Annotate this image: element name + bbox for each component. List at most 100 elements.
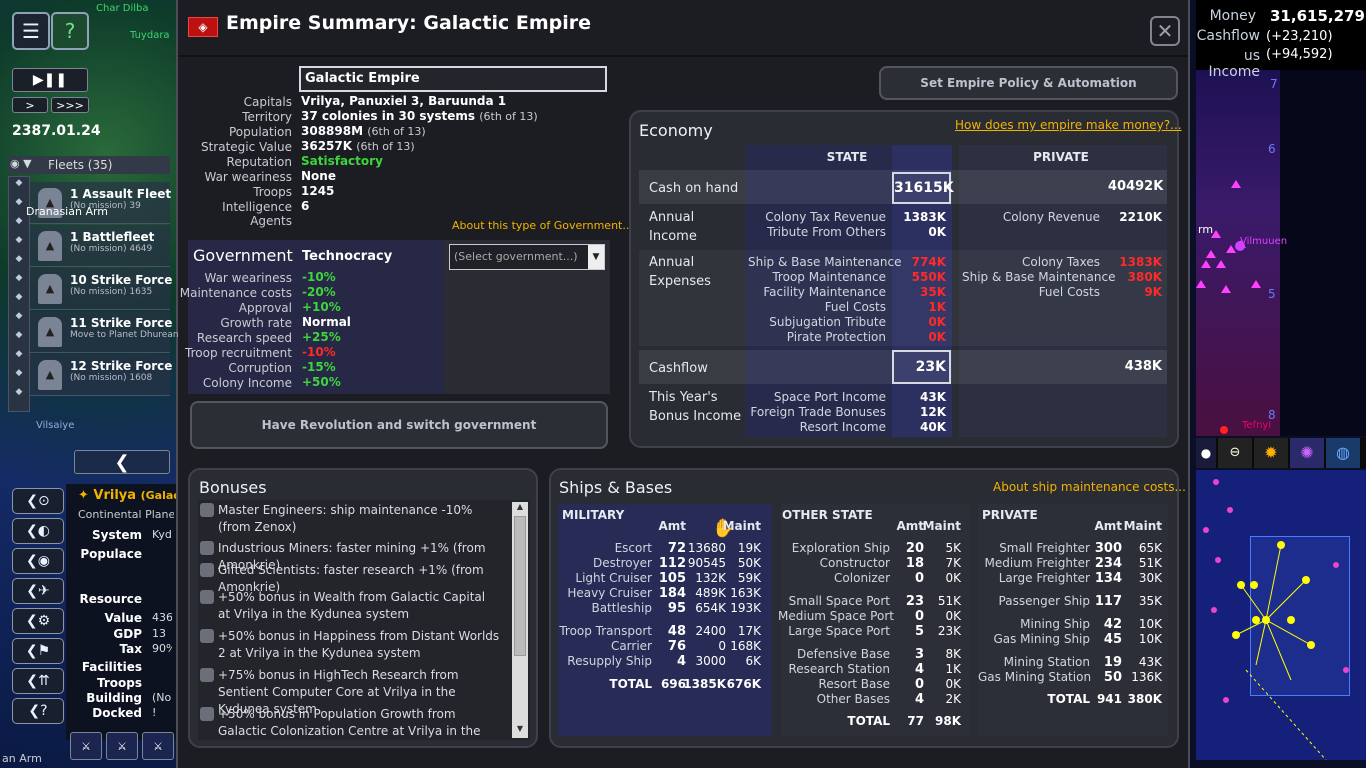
private-income-value: 2210K <box>1119 210 1162 224</box>
military-row-value: 168K <box>730 639 761 653</box>
scrollbar-thumb[interactable] <box>514 516 526 656</box>
speed-max-button[interactable]: >>> <box>51 97 89 113</box>
chevron-down-icon[interactable]: ▼ <box>588 245 604 269</box>
flag-icon[interactable]: ❮⚑ <box>12 638 64 664</box>
close-button[interactable]: ✕ <box>1150 16 1180 46</box>
economy-row-label: Annual Expenses <box>649 255 711 289</box>
planet-type: Continental Planet, 3 <box>78 508 174 521</box>
bonus-icon <box>200 629 214 643</box>
fleet-name: 1 Battlefleet <box>70 230 155 244</box>
fleet-filter-icon[interactable]: ◆ <box>9 292 29 310</box>
set-policy-button[interactable]: Set Empire Policy & Automation <box>879 66 1178 100</box>
fleet-filter-icon[interactable]: ◆ <box>9 311 29 329</box>
fleet-filter-icon[interactable]: ◆ <box>9 387 29 405</box>
other-state-row-value: 0K <box>945 677 961 691</box>
globe-icon[interactable]: ◍ <box>1326 438 1360 468</box>
help-hex-icon[interactable]: ? <box>51 12 89 50</box>
play-pause-button[interactable]: ▶❚❚ <box>12 68 88 92</box>
fleet-filter-icon[interactable]: ◆ <box>9 349 29 367</box>
gear-icon[interactable]: ❮⚙ <box>12 608 64 634</box>
expense-label: Facility Maintenance <box>763 285 886 299</box>
expense-value: 1K <box>928 300 946 314</box>
planet-filter-icon[interactable]: ● <box>1196 438 1216 468</box>
stat-value-text: 1245 <box>301 184 335 198</box>
fleet-icon[interactable]: ⚔ <box>106 732 138 760</box>
nebula-icon[interactable]: ✺ <box>1290 438 1324 468</box>
fleet-status: (No mission) 4649 <box>70 244 153 254</box>
map-label: Char Dilba <box>96 3 149 14</box>
fleet-filter-icon[interactable]: ◆ <box>9 330 29 348</box>
fighter-icon[interactable]: ❮✈ <box>12 578 64 604</box>
private-expense-value: 9K <box>1144 285 1162 299</box>
dialog-title: Empire Summary: Galactic Empire <box>226 12 591 34</box>
economy-row-label: This Year's Bonus Income <box>649 390 742 424</box>
fleets-header[interactable]: Fleets (35) <box>8 156 170 174</box>
fleet-filter-icon[interactable]: ◆ <box>9 178 29 196</box>
menu-icon[interactable]: ☰ <box>12 12 50 50</box>
stat-label: Intelligence Agents <box>222 200 292 228</box>
fleet-icon[interactable]: ⚔ <box>70 732 102 760</box>
military-row-value: 163K <box>730 586 761 600</box>
speed-up-button[interactable]: > <box>12 97 48 113</box>
military-row-value: 19K <box>737 541 761 555</box>
revolution-button[interactable]: Have Revolution and switch government <box>190 401 608 449</box>
government-modifier-value: -20% <box>302 285 336 299</box>
collapse-arrow-icon[interactable]: ❮ <box>74 450 170 474</box>
moon-icon[interactable]: ❮◐ <box>12 518 64 544</box>
expense-value: 35K <box>920 285 946 299</box>
fleet-filter-icon[interactable]: ◆ <box>9 254 29 272</box>
bonus-icon <box>200 707 214 721</box>
eye-icon[interactable]: ❮◉ <box>12 548 64 574</box>
cashflow-value: (+23,210) <box>1266 29 1333 44</box>
expense-label: Ship & Base Maintenance <box>748 255 902 269</box>
private-title: PRIVATE <box>982 508 1038 522</box>
fleet-filter-icon[interactable]: ◆ <box>9 216 29 234</box>
military-row-value: 50K <box>737 556 761 570</box>
money-label: Money <box>1209 8 1256 24</box>
bonuses-title: Bonuses <box>199 478 267 497</box>
fleet-ship-icon: ▲ <box>38 231 62 261</box>
private-row-value: 30K <box>1138 571 1162 585</box>
target-lock-icon[interactable]: ❮⊙ <box>12 488 64 514</box>
government-modifier-value: -10% <box>302 345 336 359</box>
about-government-link[interactable]: About this type of Government... <box>452 219 633 232</box>
planet-info-label: Building <box>86 691 142 705</box>
economy-help-link[interactable]: How does my empire make money?... <box>955 118 1182 132</box>
ships-title: Ships & Bases <box>559 478 673 497</box>
fleet-filter-icon[interactable]: ◆ <box>9 368 29 386</box>
planet-info-label: Troops <box>96 676 142 690</box>
bonus-income-label: us Income <box>1208 48 1260 80</box>
bonuses-scrollbar[interactable]: ▲ ▼ <box>512 502 528 738</box>
other-state-row-value: 51K <box>937 594 961 608</box>
empire-name-input[interactable]: Galactic Empire <box>299 66 607 92</box>
fleet-filter-icon[interactable]: ◉ ▼ <box>10 157 32 170</box>
help-icon[interactable]: ❮? <box>12 698 64 724</box>
government-modifier-value: -15% <box>302 360 336 374</box>
government-modifier-label: Corruption <box>228 361 292 375</box>
private-expense-label: Ship & Base Maintenance <box>962 270 1116 284</box>
fleet-filter-icon[interactable]: ◆ <box>9 273 29 291</box>
government-select[interactable]: (Select government...) ▼ <box>449 244 605 270</box>
other-state-row-value: 7K <box>945 556 961 570</box>
fleet-icon[interactable]: ⚔ <box>142 732 174 760</box>
money-value: 31,615,279 <box>1270 7 1365 25</box>
stat-label: War weariness <box>204 170 292 184</box>
government-modifier-label: Research speed <box>196 331 292 345</box>
saturn-icon[interactable]: ⊖ <box>1218 438 1252 468</box>
stat-value: None <box>301 169 336 183</box>
star-icon[interactable]: ✹ <box>1254 438 1288 468</box>
planet-info-value: Kyd <box>152 528 172 541</box>
bonuses-list[interactable]: Master Engineers: ship maintenance -10% … <box>198 500 530 740</box>
bonus-income-value: 43K <box>920 390 946 404</box>
stat-label: Territory <box>242 110 292 124</box>
fleet-filter-icon[interactable]: ◆ <box>9 235 29 253</box>
map-label: an Arm <box>2 752 42 765</box>
expense-label: Troop Maintenance <box>772 270 886 284</box>
ship-maintenance-link[interactable]: About ship maintenance costs... <box>993 480 1186 494</box>
military-row-value: 17K <box>737 624 761 638</box>
empire-flag-icon: ◈ <box>188 17 218 37</box>
other-state-row-value: 2K <box>945 692 961 706</box>
bonus-item: +50% bonus in Happiness from Distant Wor… <box>200 628 500 662</box>
map-label: Dranasian Arm <box>26 205 109 218</box>
ships-icon[interactable]: ❮⇈ <box>12 668 64 694</box>
